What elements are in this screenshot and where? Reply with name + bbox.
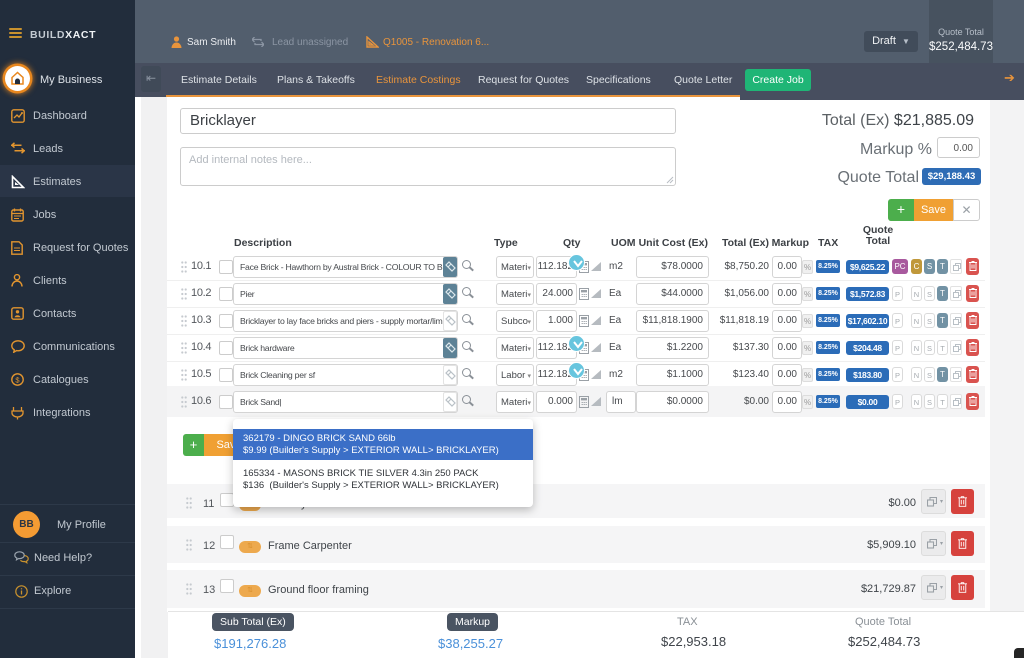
svg-text:$: $ bbox=[15, 375, 20, 384]
